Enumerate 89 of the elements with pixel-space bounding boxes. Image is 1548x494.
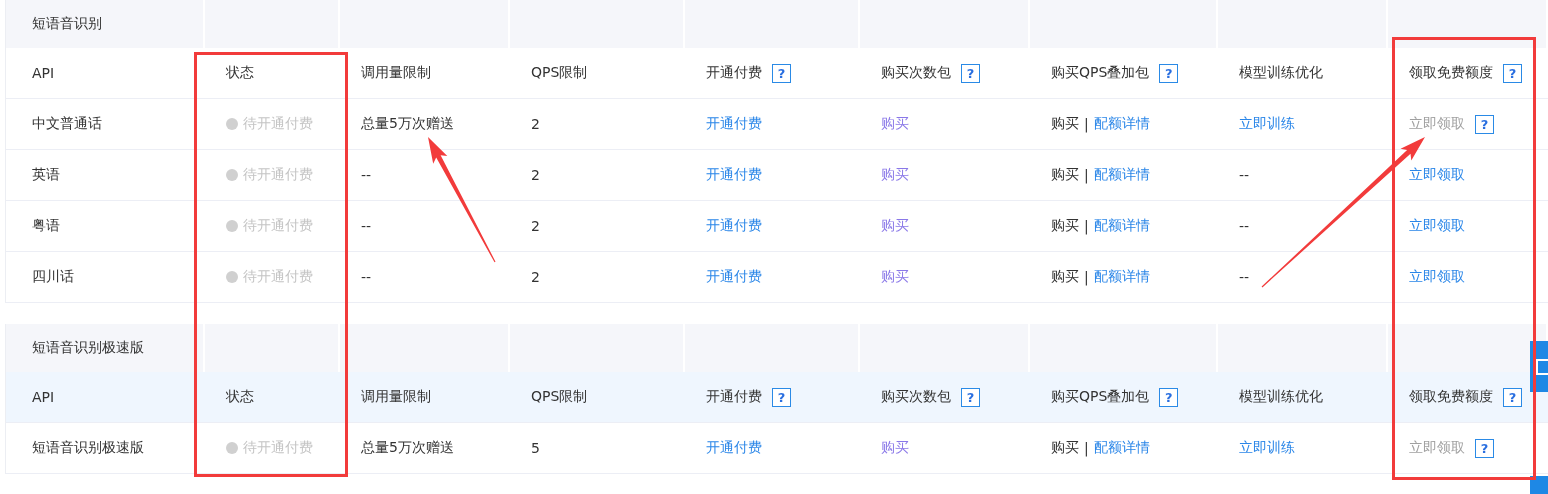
section-title: 短语音识别 (32, 15, 102, 33)
section-title: 短语音识别极速版 (32, 339, 144, 357)
help-button[interactable]: ? (1503, 387, 1522, 407)
status-text: 待开通付费 (243, 115, 313, 133)
help-button[interactable]: ? (1159, 387, 1179, 407)
help-button[interactable]: ? (961, 387, 980, 407)
status-text: 待开通付费 (243, 268, 313, 286)
cell-text: -- (361, 167, 372, 183)
column-header: 领取免费额度 (1409, 64, 1493, 82)
link[interactable]: 开通付费 (706, 439, 762, 457)
separator: | (1084, 440, 1089, 456)
column-header: QPS限制 (531, 64, 588, 82)
column-header: 状态 (226, 64, 254, 82)
column-header: 购买次数包 (881, 388, 951, 406)
status-dot (226, 220, 238, 232)
cell-text: 购买 (1051, 166, 1079, 184)
link[interactable]: 立即领取 (1409, 217, 1465, 235)
help-button[interactable]: ? (772, 387, 791, 407)
separator: | (1084, 218, 1089, 234)
column-header: API (32, 65, 55, 81)
cell-text: 2 (531, 269, 540, 285)
status-dot (226, 118, 238, 130)
column-header: 购买QPS叠加包 (1051, 64, 1150, 82)
cell-text: 5 (531, 440, 540, 456)
column-header: API (32, 389, 55, 405)
cell-text: -- (361, 269, 372, 285)
column-header: 领取免费额度 (1409, 388, 1493, 406)
link[interactable]: 配额详情 (1093, 166, 1150, 184)
cell-text: 2 (531, 116, 540, 132)
column-header: 状态 (226, 388, 254, 406)
link[interactable]: 开通付费 (706, 217, 762, 235)
status-dot (226, 169, 238, 181)
cell-text: -- (1239, 167, 1250, 183)
column-header: 开通付费 (706, 388, 762, 406)
cell-text: 四川话 (32, 268, 74, 286)
column-header: 调用量限制 (361, 64, 431, 82)
status-text: 待开通付费 (243, 439, 313, 457)
window-icon (1536, 358, 1548, 375)
link[interactable]: 开通付费 (706, 115, 762, 133)
link[interactable]: 开通付费 (706, 268, 762, 286)
link[interactable]: 立即领取 (1409, 268, 1465, 286)
cell-text: 中文普通话 (32, 115, 102, 133)
column-header: QPS限制 (531, 388, 588, 406)
link[interactable]: 购买 (881, 115, 909, 133)
cell-text: 购买 (1051, 115, 1079, 133)
link[interactable]: 购买 (881, 217, 909, 235)
separator: | (1084, 167, 1089, 183)
cell-text: 英语 (32, 166, 60, 184)
link[interactable]: 立即训练 (1239, 115, 1295, 133)
column-header: 模型训练优化 (1239, 388, 1323, 406)
status-text: 待开通付费 (243, 217, 313, 235)
cell-text: 购买 (1051, 268, 1079, 286)
link[interactable]: 立即训练 (1239, 439, 1295, 457)
help-button[interactable]: ? (1475, 438, 1494, 458)
help-button[interactable]: ? (961, 63, 980, 83)
cell-text: -- (361, 218, 372, 234)
cell-text: 购买 (1051, 217, 1079, 235)
help-button[interactable]: ? (772, 63, 791, 83)
help-button[interactable]: ? (1159, 63, 1179, 83)
link[interactable]: 立即领取 (1409, 166, 1465, 184)
link[interactable]: 配额详情 (1093, 115, 1150, 133)
cell-text: -- (1239, 218, 1250, 234)
cell-text: 2 (531, 167, 540, 183)
separator: | (1084, 269, 1089, 285)
link[interactable]: 配额详情 (1093, 439, 1150, 457)
link[interactable]: 购买 (881, 268, 909, 286)
link[interactable]: 购买 (881, 166, 909, 184)
cell-text: 总量5万次赠送 (361, 439, 454, 457)
status-dot (226, 271, 238, 283)
column-header: 模型训练优化 (1239, 64, 1323, 82)
cell-text: 2 (531, 218, 540, 234)
column-header: 购买QPS叠加包 (1051, 388, 1150, 406)
help-button[interactable]: ? (1475, 114, 1494, 134)
status-dot (226, 442, 238, 454)
cell-text: 粤语 (32, 217, 60, 235)
column-header: 调用量限制 (361, 388, 431, 406)
link[interactable]: 购买 (881, 439, 909, 457)
link[interactable]: 开通付费 (706, 166, 762, 184)
column-header: 开通付费 (706, 64, 762, 82)
separator: | (1084, 116, 1089, 132)
link[interactable]: 配额详情 (1093, 268, 1150, 286)
help-button[interactable]: ? (1503, 63, 1522, 83)
link[interactable]: 配额详情 (1093, 217, 1150, 235)
cell-text: 购买 (1051, 439, 1079, 457)
cell-text: 短语音识别极速版 (32, 439, 144, 457)
status-text: 待开通付费 (243, 166, 313, 184)
cell-text: 总量5万次赠送 (361, 115, 454, 133)
cell-text: -- (1239, 269, 1250, 285)
column-header: 购买次数包 (881, 64, 951, 82)
